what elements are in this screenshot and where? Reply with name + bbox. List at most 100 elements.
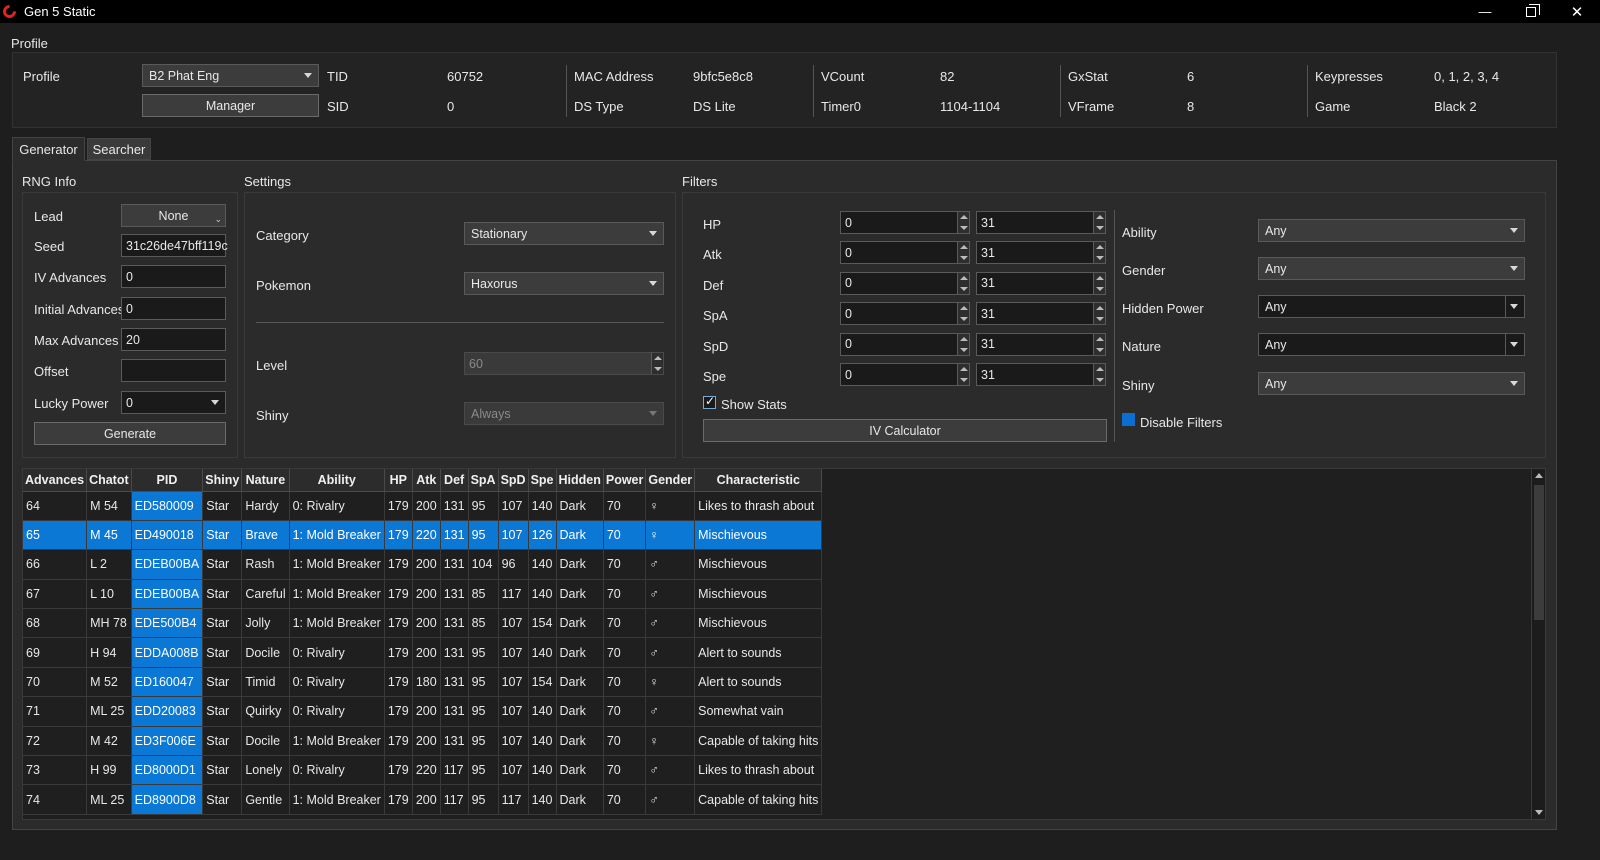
- iv-max-spinbox-spa[interactable]: 31: [976, 302, 1106, 326]
- iv-min-spinbox-spe[interactable]: 0: [840, 363, 970, 386]
- column-header-hp[interactable]: HP: [384, 469, 413, 492]
- scroll-down-icon[interactable]: [1535, 810, 1543, 815]
- tab-searcher[interactable]: Searcher: [87, 138, 151, 160]
- iv-max-spinbox-spe[interactable]: 31: [976, 363, 1106, 386]
- iv-max-value: 31: [981, 337, 995, 352]
- iv-min-spinbox-def[interactable]: 0: [840, 271, 970, 295]
- column-header-spd[interactable]: SpD: [498, 469, 529, 492]
- column-header-def[interactable]: Def: [440, 469, 469, 492]
- table-row[interactable]: 69 H 94 EDDA008B Star Docile 0: Rivalry 179 200…: [23, 637, 823, 668]
- iv-max-spinbox-def[interactable]: 31: [976, 271, 1106, 295]
- scrollbar-thumb[interactable]: [1534, 485, 1544, 620]
- results-table[interactable]: Advances Chatot PID Shiny Nature Ability HP Atk…: [22, 468, 1546, 820]
- column-header-shiny[interactable]: Shiny: [202, 469, 243, 492]
- scroll-up-icon[interactable]: [1535, 473, 1543, 478]
- spinner-icon[interactable]: [1093, 364, 1105, 385]
- cell-ability: 1: Mold Breaker: [289, 726, 385, 757]
- iv-max-spinbox-spd[interactable]: 31: [976, 332, 1106, 356]
- spinner-icon[interactable]: [957, 272, 969, 294]
- show-stats-checkbox[interactable]: [703, 394, 716, 409]
- column-header-chatot[interactable]: Chatot: [86, 469, 132, 492]
- column-header-spa[interactable]: SpA: [468, 469, 499, 492]
- column-header-spe[interactable]: Spe: [528, 469, 557, 492]
- iv-max-spinbox-hp[interactable]: 31: [976, 211, 1106, 234]
- lucky-power-value: 0: [126, 395, 133, 410]
- column-header-advances[interactable]: Advances: [23, 469, 88, 492]
- disable-filters-checkbox[interactable]: [1122, 413, 1135, 426]
- column-header-pid[interactable]: PID: [131, 469, 204, 492]
- chevron-down-icon: [1510, 304, 1518, 309]
- table-row[interactable]: 68 MH 78 EDE500B4 Star Jolly 1: Mold Breaker 1…: [23, 608, 823, 639]
- column-header-characteristic[interactable]: Characteristic: [694, 469, 823, 492]
- column-header-hidden[interactable]: Hidden: [556, 469, 604, 492]
- cell-atk: 200: [412, 608, 441, 639]
- shiny-setting-select[interactable]: Always: [464, 402, 664, 425]
- table-row[interactable]: 70 M 52 ED160047 Star Timid 0: Rivalry 179 180 1…: [23, 667, 823, 698]
- table-row[interactable]: 64 M 54 ED580009 Star Hardy 0: Rivalry 179 200 1…: [23, 491, 823, 521]
- spinner-icon[interactable]: [957, 303, 969, 325]
- table-row[interactable]: 67 L 10 EDEB00BA Star Careful 1: Mold Breaker…: [23, 579, 823, 610]
- hidden-power-filter-select[interactable]: Any: [1258, 295, 1525, 318]
- table-row[interactable]: 74 ML 25 ED8900D8 Star Gentle 1: Mold Breaker…: [23, 784, 823, 815]
- minimize-button[interactable]: —: [1462, 0, 1508, 23]
- spinner-icon[interactable]: [1093, 212, 1105, 233]
- disable-filters-label: Disable Filters: [1140, 415, 1223, 430]
- iv-min-spinbox-spd[interactable]: 0: [840, 332, 970, 356]
- pokemon-select[interactable]: Haxorus: [464, 272, 664, 295]
- restore-button[interactable]: [1508, 0, 1554, 23]
- spinner-icon[interactable]: [1093, 272, 1105, 294]
- iv-min-spinbox-atk[interactable]: 0: [840, 241, 970, 265]
- level-spinbox[interactable]: 60: [464, 352, 664, 375]
- iv-filter-label-atk: Atk: [703, 247, 722, 263]
- table-row[interactable]: 73 H 99 ED8000D1 Star Lonely 0: Rivalry 179 220…: [23, 755, 823, 786]
- spinner-icon[interactable]: [957, 242, 969, 264]
- nature-filter-select[interactable]: Any: [1258, 333, 1525, 356]
- category-select[interactable]: Stationary: [464, 222, 664, 245]
- iv-advances-input[interactable]: 0: [121, 265, 226, 288]
- spinner-icon[interactable]: [957, 212, 969, 233]
- tab-generator[interactable]: Generator: [12, 137, 85, 161]
- iv-min-spinbox-spa[interactable]: 0: [840, 302, 970, 326]
- vertical-scrollbar[interactable]: [1531, 469, 1545, 819]
- table-row[interactable]: 72 M 42 ED3F006E Star Docile 1: Mold Breaker 1…: [23, 726, 823, 757]
- iv-calculator-button[interactable]: IV Calculator: [703, 419, 1107, 442]
- table-row[interactable]: 65 M 45 ED490018 Star Brave 1: Mold Breaker 17…: [23, 520, 823, 551]
- shiny-filter-select[interactable]: Any: [1258, 372, 1525, 395]
- cell-spa: 95: [468, 696, 499, 727]
- cell-characteristic: Capable of taking hits: [694, 784, 823, 815]
- max-advances-label: Max Advances: [34, 333, 119, 348]
- ability-filter-select[interactable]: Any: [1258, 219, 1525, 242]
- cell-pid: EDD20083: [131, 696, 204, 727]
- iv-max-spinbox-atk[interactable]: 31: [976, 241, 1106, 265]
- generate-button[interactable]: Generate: [34, 422, 226, 445]
- offset-input[interactable]: [121, 359, 226, 382]
- spinner-icon[interactable]: [957, 333, 969, 355]
- max-advances-input[interactable]: 20: [121, 328, 226, 351]
- column-header-nature[interactable]: Nature: [241, 469, 290, 492]
- iv-min-spinbox-hp[interactable]: 0: [840, 211, 970, 234]
- lead-select[interactable]: None ⌄: [121, 204, 226, 227]
- lucky-power-select[interactable]: 0: [121, 391, 226, 414]
- spinner-icon[interactable]: [957, 364, 969, 385]
- gender-filter-select[interactable]: Any: [1258, 257, 1525, 280]
- cell-advances: 64: [23, 491, 88, 521]
- spinner-icon[interactable]: [1093, 242, 1105, 264]
- initial-advances-input[interactable]: 0: [121, 297, 226, 320]
- column-header-atk[interactable]: Atk: [412, 469, 441, 492]
- profile-select[interactable]: B2 Phat Eng: [142, 64, 319, 87]
- column-header-ability[interactable]: Ability: [289, 469, 385, 492]
- spinner-icon[interactable]: [1093, 333, 1105, 355]
- cell-pid: ED580009: [131, 491, 204, 521]
- close-button[interactable]: ✕: [1554, 0, 1600, 23]
- column-header-power[interactable]: Power: [603, 469, 647, 492]
- table-row[interactable]: 71 ML 25 EDD20083 Star Quirky 0: Rivalry 179 20…: [23, 696, 823, 727]
- seed-input[interactable]: 31c26de47bff119c: [121, 234, 228, 257]
- spinner-icon[interactable]: [1093, 303, 1105, 325]
- manager-button[interactable]: Manager: [142, 94, 319, 117]
- category-label: Category: [256, 228, 309, 243]
- iv-max-value: 31: [981, 367, 995, 382]
- timer0-value: 1104-1104: [940, 99, 1001, 114]
- table-row[interactable]: 66 L 2 EDEB00BA Star Rash 1: Mold Breaker 179 2…: [23, 549, 823, 580]
- cell-gender: ♀: [645, 491, 696, 521]
- column-header-gender[interactable]: Gender: [645, 469, 696, 492]
